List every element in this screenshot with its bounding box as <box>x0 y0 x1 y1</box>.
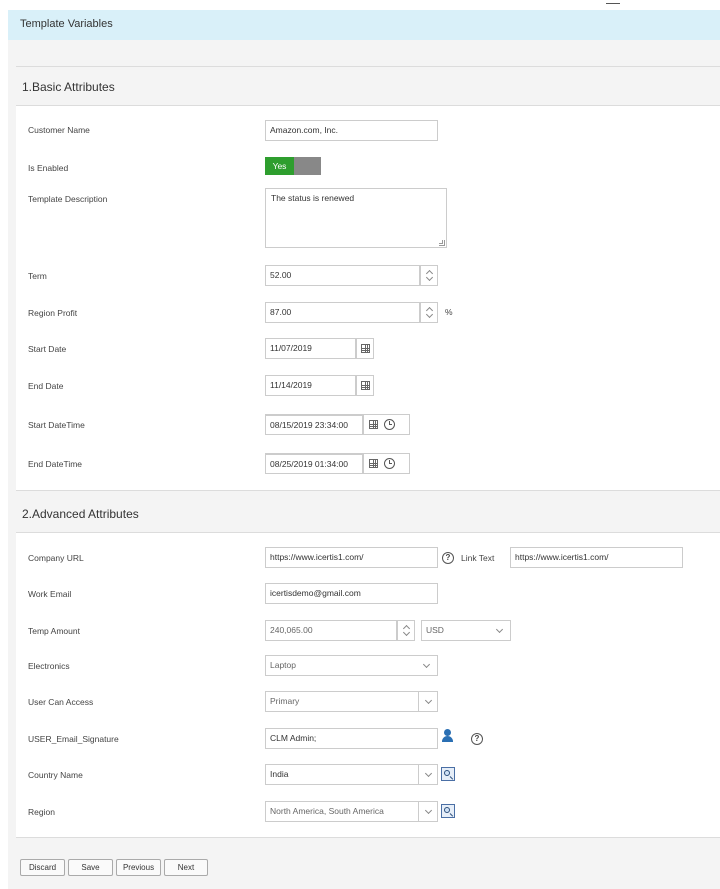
work-email-label: Work Email <box>28 589 72 599</box>
save-button[interactable]: Save <box>68 859 113 876</box>
resize-grip[interactable] <box>439 240 445 246</box>
end-datetime-picker[interactable] <box>363 453 410 474</box>
select-divider <box>418 692 419 711</box>
chevron-down-icon[interactable] <box>402 628 411 637</box>
clock-icon[interactable] <box>384 458 395 469</box>
temp-amount-spinner[interactable] <box>397 620 415 641</box>
clock-icon[interactable] <box>384 419 395 430</box>
percent-unit: % <box>445 307 453 317</box>
user-icon-body <box>442 736 453 742</box>
advanced-attributes-title: 2.Advanced Attributes <box>22 507 139 521</box>
term-label: Term <box>28 271 47 281</box>
company-url-label: Company URL <box>28 553 84 563</box>
link-text-label: Link Text <box>461 553 495 563</box>
window-minimize-mark <box>606 3 620 4</box>
select-divider <box>418 802 419 821</box>
electronics-value: Laptop <box>270 660 296 670</box>
user-can-access-label: User Can Access <box>28 697 94 707</box>
customer-name-label: Customer Name <box>28 125 90 135</box>
chevron-down-icon <box>495 625 504 634</box>
chevron-down-icon[interactable] <box>425 310 434 319</box>
end-datetime-input[interactable]: 08/25/2019 01:34:00 <box>265 453 363 474</box>
region-profit-spinner[interactable] <box>420 302 438 323</box>
end-date-input[interactable]: 11/14/2019 <box>265 375 356 396</box>
region-profit-input[interactable]: 87.00 <box>265 302 420 323</box>
start-datetime-label: Start DateTime <box>28 420 85 430</box>
advanced-attributes-section <box>16 532 720 838</box>
lookup-lens <box>444 770 450 776</box>
lookup-icon[interactable] <box>441 767 455 781</box>
lookup-icon[interactable] <box>441 804 455 818</box>
region-select[interactable]: North America, South America <box>265 801 438 822</box>
basic-attributes-title: 1.Basic Attributes <box>22 80 115 94</box>
lookup-lens <box>444 807 450 813</box>
customer-name-input[interactable]: Amazon.com, Inc. <box>265 120 438 141</box>
country-name-select[interactable]: India <box>265 764 438 785</box>
template-description-label: Template Description <box>28 194 108 204</box>
region-label: Region <box>28 807 55 817</box>
link-text-input[interactable]: https://www.icertis1.com/ <box>510 547 683 568</box>
next-button[interactable]: Next <box>164 859 208 876</box>
chevron-down-icon <box>424 806 433 815</box>
electronics-select[interactable]: Laptop <box>265 655 438 676</box>
previous-button[interactable]: Previous <box>116 859 161 876</box>
page-title: Template Variables <box>20 18 113 30</box>
country-name-value: India <box>270 769 289 779</box>
start-date-label: Start Date <box>28 344 67 354</box>
company-url-input[interactable]: https://www.icertis1.com/ <box>265 547 438 568</box>
currency-select[interactable]: USD <box>421 620 511 641</box>
help-icon[interactable]: ? <box>442 552 454 564</box>
chevron-down-icon <box>424 769 433 778</box>
temp-amount-label: Temp Amount <box>28 626 80 636</box>
calendar-icon[interactable] <box>369 420 378 429</box>
region-value: North America, South America <box>270 806 384 816</box>
currency-value: USD <box>426 625 444 635</box>
section-divider <box>16 66 720 67</box>
start-datetime-input[interactable]: 08/15/2019 23:34:00 <box>265 414 363 435</box>
is-enabled-label: Is Enabled <box>28 163 69 173</box>
page-header: Template Variables <box>8 10 720 40</box>
chevron-down-icon <box>424 696 433 705</box>
chevron-down-icon[interactable] <box>425 273 434 282</box>
template-description-text: The status is renewed <box>271 193 355 203</box>
region-profit-label: Region Profit <box>28 308 78 318</box>
country-name-label: Country Name <box>28 770 83 780</box>
work-email-input[interactable]: icertisdemo@gmail.com <box>265 583 438 604</box>
calendar-icon[interactable] <box>369 459 378 468</box>
electronics-label: Electronics <box>28 661 70 671</box>
add-user-icon[interactable] <box>441 729 455 743</box>
start-date-picker[interactable] <box>356 338 374 359</box>
toggle-on-label: Yes <box>265 157 294 175</box>
end-date-label: End Date <box>28 381 64 391</box>
start-datetime-picker[interactable] <box>363 414 410 435</box>
lookup-handle <box>449 776 454 780</box>
chevron-down-icon <box>422 660 431 669</box>
user-icon-head <box>444 729 451 736</box>
calendar-icon[interactable] <box>361 344 370 353</box>
term-spinner[interactable] <box>420 265 438 286</box>
calendar-icon[interactable] <box>361 381 370 390</box>
user-can-access-value: Primary <box>270 696 300 706</box>
select-divider <box>418 765 419 784</box>
user-can-access-select[interactable]: Primary <box>265 691 438 712</box>
temp-amount-input[interactable]: 240,065.00 <box>265 620 397 641</box>
is-enabled-toggle[interactable]: Yes <box>265 157 321 175</box>
lookup-handle <box>449 813 454 817</box>
end-date-picker[interactable] <box>356 375 374 396</box>
end-datetime-label: End DateTime <box>28 459 83 469</box>
template-description-textarea[interactable]: The status is renewed <box>265 188 447 248</box>
discard-button[interactable]: Discard <box>20 859 65 876</box>
start-date-input[interactable]: 11/07/2019 <box>265 338 356 359</box>
help-icon[interactable]: ? <box>471 733 483 745</box>
term-input[interactable]: 52.00 <box>265 265 420 286</box>
user-email-signature-label: USER_Email_Signature <box>28 734 119 744</box>
user-email-signature-input[interactable]: CLM Admin; <box>265 728 438 749</box>
